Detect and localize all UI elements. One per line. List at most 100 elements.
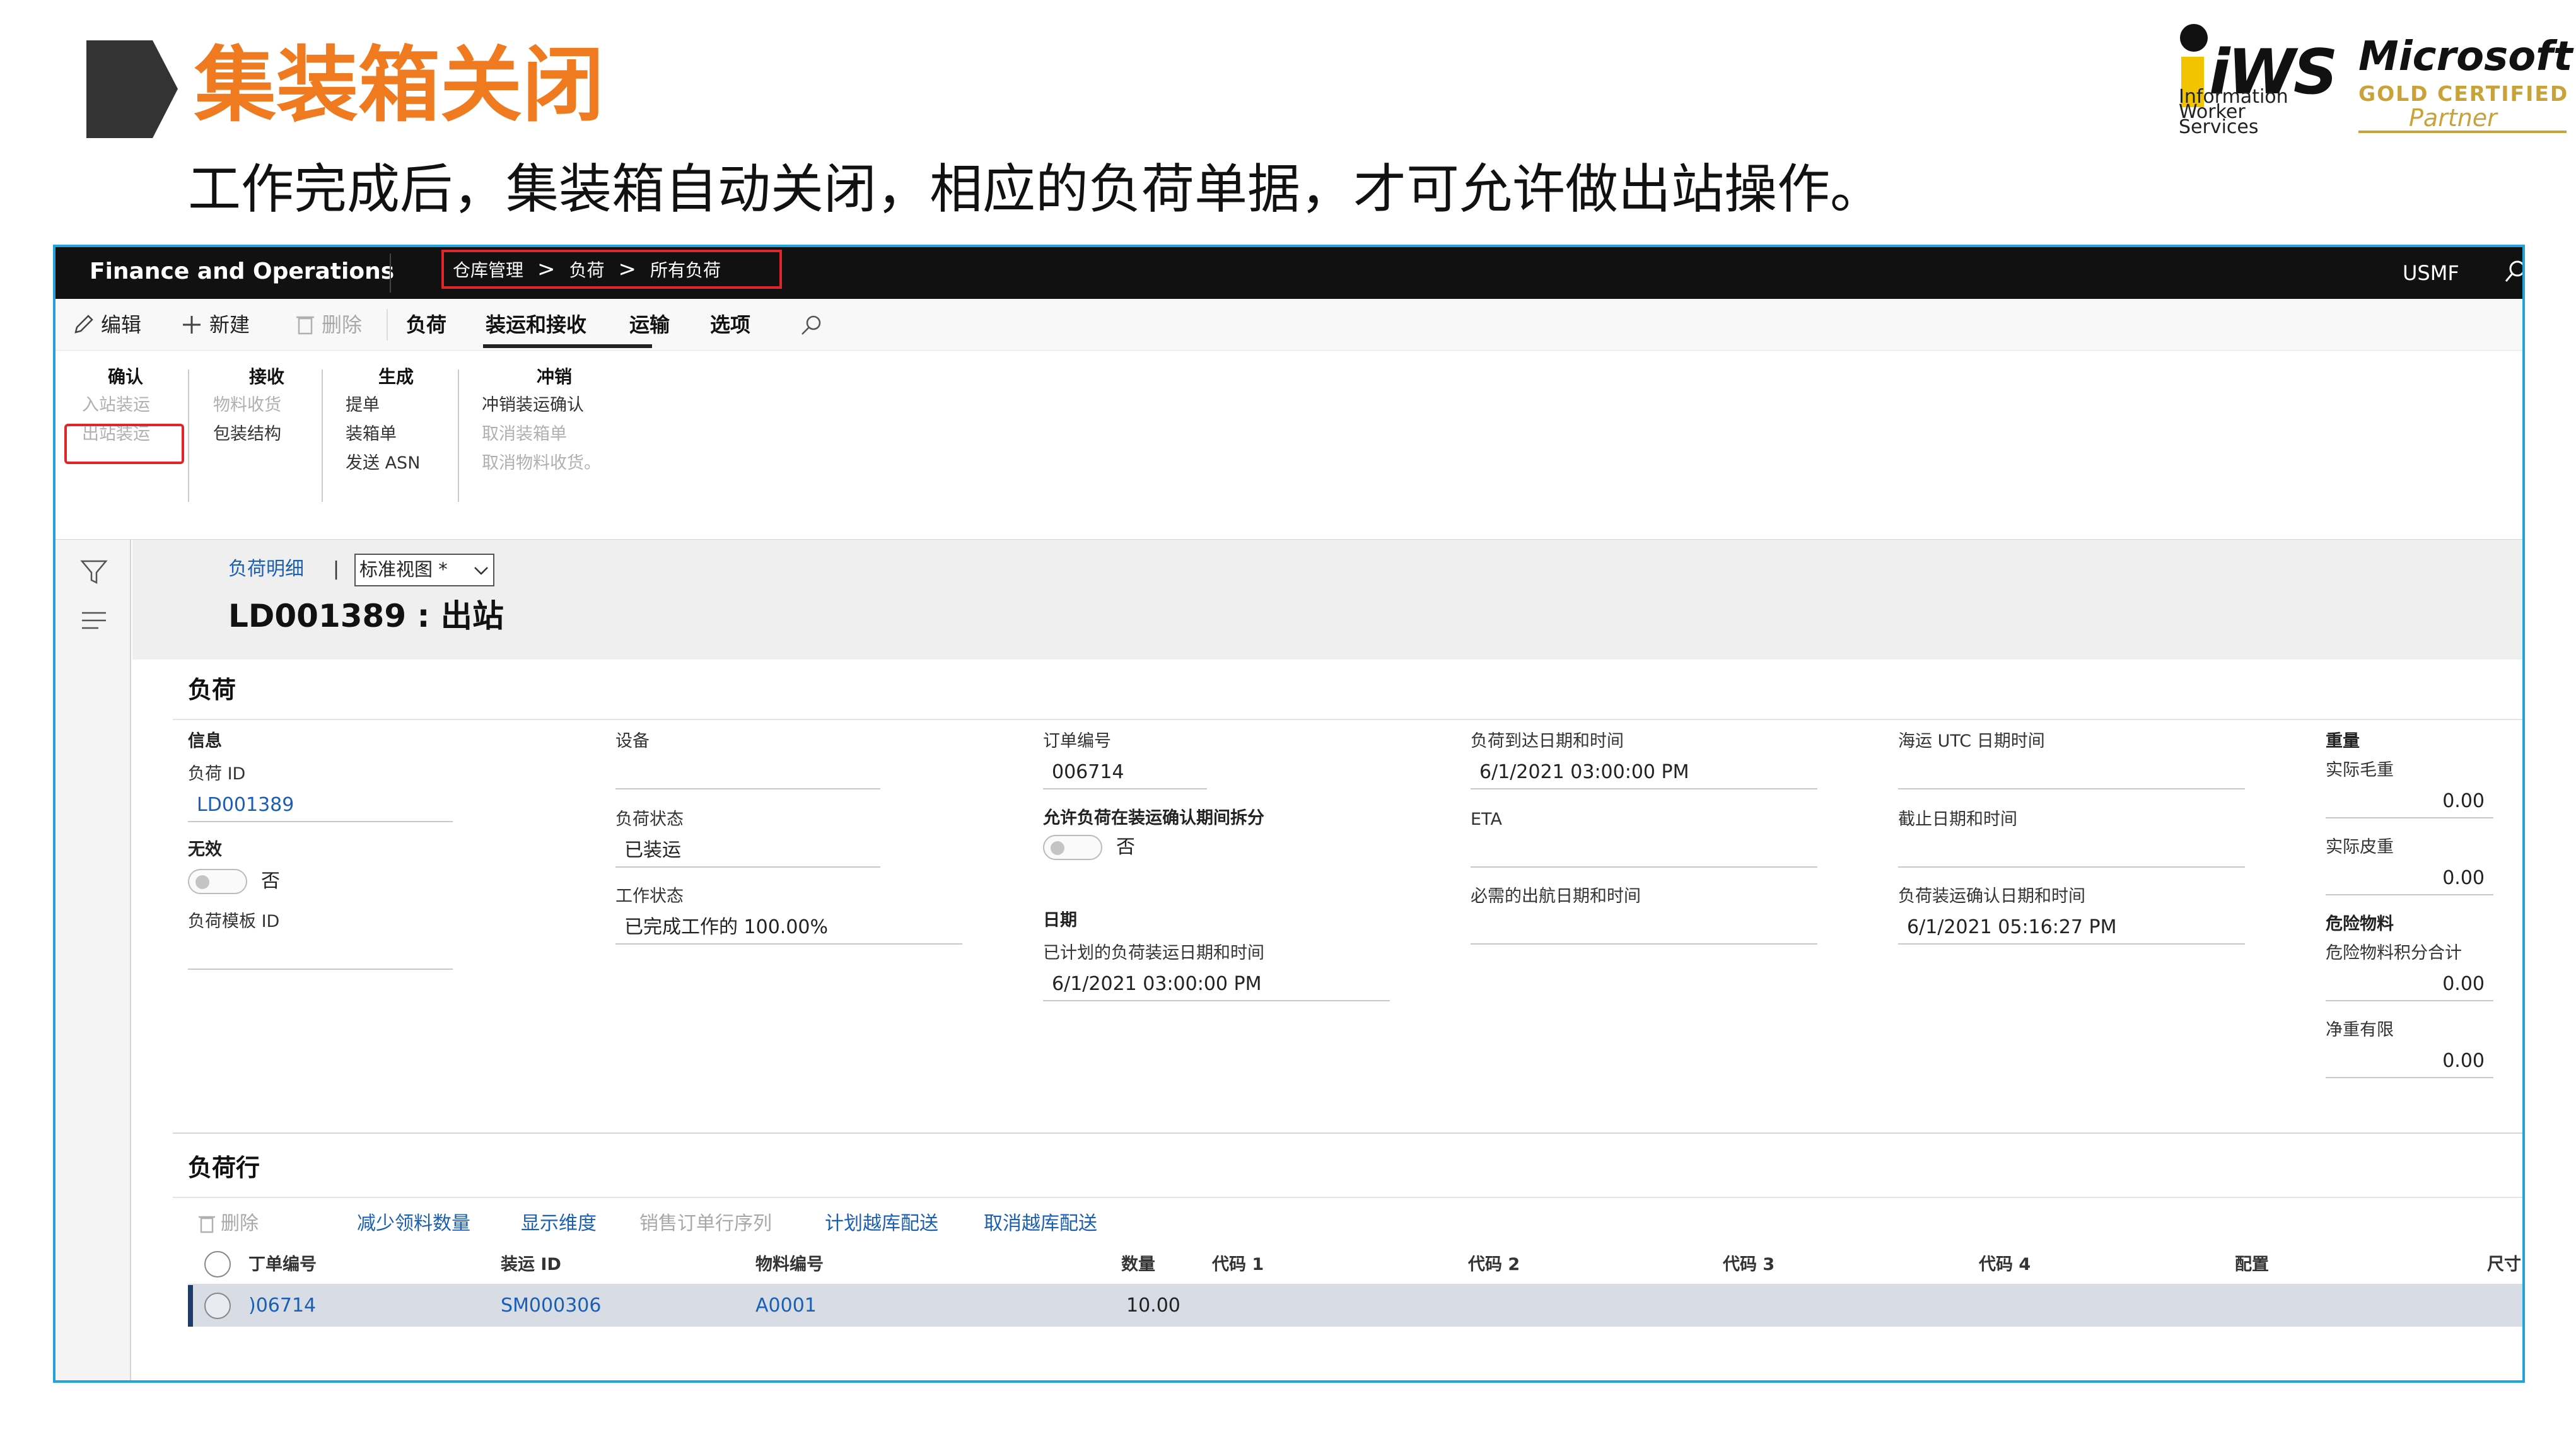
load-details-link[interactable]: 负荷明细 — [228, 554, 304, 585]
filter-icon[interactable] — [79, 557, 108, 586]
sea-utc-field[interactable] — [1898, 757, 2245, 789]
work-status-field[interactable]: 已完成工作的 100.00% — [615, 912, 962, 945]
fasttab-title[interactable]: 负荷行 — [188, 1149, 260, 1187]
hazmat-group-heading: 危险物料 — [2326, 914, 2394, 934]
display-dimensions-button[interactable]: 显示维度 — [521, 1208, 597, 1240]
select-all-radio[interactable] — [204, 1251, 231, 1277]
invalid-toggle-value: 否 — [261, 870, 280, 892]
chevron-right-icon: > — [618, 257, 637, 282]
line-delete-button[interactable]: 删除 — [198, 1208, 259, 1240]
column-shipment-id[interactable]: 装运 ID — [501, 1251, 561, 1279]
active-tab-indicator — [483, 344, 652, 348]
order-number-field[interactable]: 006714 — [1043, 757, 1207, 789]
microsoft-logo-name: Microsoft — [2358, 33, 2573, 80]
page-header: 负荷明细 | 标准视图 * LD001389 : 出站 — [132, 540, 2522, 660]
cutoff-field[interactable] — [1898, 835, 2245, 868]
planned-ship-label: 已计划的负荷装运日期和时间 — [1043, 943, 1264, 963]
cancel-packing-slip-button[interactable]: 取消装箱单 — [482, 420, 627, 449]
cancel-cross-docking-button[interactable]: 取消越库配送 — [984, 1208, 1097, 1240]
packing-slip-button[interactable]: 装箱单 — [346, 420, 446, 449]
column-code-1[interactable]: 代码 1 — [1212, 1251, 1264, 1279]
column-code-2[interactable]: 代码 2 — [1468, 1251, 1520, 1279]
load-status-field[interactable]: 已装运 — [615, 835, 880, 868]
fasttab-title[interactable]: 负荷 — [188, 671, 236, 709]
search-icon[interactable] — [2502, 256, 2525, 288]
company-picker[interactable]: USMF — [2403, 257, 2459, 289]
packing-structure-button[interactable]: 包装结构 — [213, 420, 320, 449]
navbar-divider — [390, 253, 391, 293]
row-select-radio[interactable] — [204, 1293, 231, 1319]
tab-load[interactable]: 负荷 — [406, 310, 446, 339]
column-order-number[interactable]: 丁单编号 — [248, 1251, 317, 1279]
delete-button[interactable]: 删除 — [295, 310, 362, 339]
table-row[interactable]: )06714 SM000306 A0001 10.00 — [188, 1285, 2522, 1327]
column-configuration[interactable]: 配置 — [2235, 1251, 2269, 1279]
hazmat-points-label: 危险物料积分合计 — [2326, 943, 2462, 963]
column-quantity[interactable]: 数量 — [1121, 1251, 1155, 1279]
allow-split-toggle-value: 否 — [1116, 836, 1135, 858]
inbound-shipment-button[interactable]: 入站装运 — [78, 391, 173, 420]
new-button[interactable]: 新建 — [180, 310, 250, 339]
ship-confirm-field[interactable]: 6/1/2021 05:16:27 PM — [1898, 912, 2245, 945]
header-separator: | — [333, 558, 340, 580]
list-icon[interactable] — [79, 608, 108, 633]
load-template-field[interactable] — [188, 937, 453, 970]
date-group-heading: 日期 — [1043, 911, 1077, 930]
bill-of-lading-button[interactable]: 提单 — [346, 391, 446, 420]
filter-rail — [55, 540, 131, 1380]
send-asn-button[interactable]: 发送 ASN — [346, 449, 446, 478]
load-template-label: 负荷模板 ID — [188, 912, 280, 931]
arrival-field[interactable]: 6/1/2021 03:00:00 PM — [1471, 757, 1817, 789]
tab-options[interactable]: 选项 — [710, 310, 750, 339]
allow-split-toggle[interactable] — [1043, 835, 1102, 860]
iws-logo: iWS Information Worker Services — [2179, 19, 2338, 137]
breadcrumb-item-load[interactable]: 负荷 — [569, 257, 605, 282]
top-navbar: Finance and Operations 仓库管理 > 负荷 > 所有负荷 … — [55, 247, 2522, 299]
column-code-3[interactable]: 代码 3 — [1723, 1251, 1775, 1279]
tab-ship-and-receive[interactable]: 装运和接收 — [486, 310, 586, 339]
planned-ship-field[interactable]: 6/1/2021 03:00:00 PM — [1043, 969, 1390, 1001]
tare-weight-field[interactable]: 0.00 — [2326, 863, 2493, 895]
cell-order-number[interactable]: )06714 — [248, 1291, 316, 1320]
delete-label: 删除 — [322, 313, 363, 337]
breadcrumb-item-all-loads[interactable]: 所有负荷 — [650, 257, 721, 282]
net-limit-field[interactable]: 0.00 — [2326, 1045, 2493, 1078]
plan-cross-docking-button[interactable]: 计划越库配送 — [825, 1208, 938, 1240]
cell-shipment-id[interactable]: SM000306 — [501, 1291, 601, 1320]
load-id-field[interactable]: LD001389 — [188, 789, 453, 822]
reduce-picked-qty-button[interactable]: 减少领料数量 — [357, 1208, 470, 1240]
edit-button[interactable]: 编辑 — [72, 310, 141, 339]
column-item-number[interactable]: 物料编号 — [755, 1251, 824, 1279]
invalid-toggle[interactable] — [188, 869, 247, 894]
required-sail-label: 必需的出航日期和时间 — [1471, 887, 1641, 906]
chevron-down-icon — [474, 567, 488, 575]
equipment-field[interactable] — [615, 757, 880, 789]
weight-group-heading: 重量 — [2326, 731, 2360, 751]
gross-weight-field[interactable]: 0.00 — [2326, 786, 2493, 818]
fasttab-divider — [173, 719, 2522, 720]
cell-item-number[interactable]: A0001 — [755, 1291, 817, 1320]
edit-label: 编辑 — [101, 313, 142, 337]
search-icon[interactable] — [798, 313, 824, 338]
reverse-ship-confirm-button[interactable]: 冲销装运确认 — [482, 391, 627, 420]
slide-title: 集装箱关闭 — [194, 37, 605, 133]
ribbon-group-title: 冲销 — [536, 366, 572, 387]
eta-label: ETA — [1471, 810, 1502, 829]
sales-line-sequence-button[interactable]: 销售订单行序列 — [639, 1208, 772, 1240]
ribbon: 确认 入站装运 出站装运 接收 物料收货 包装结构 生成 提单 装箱单 发送 A… — [55, 351, 2522, 540]
load-fasttab: 负荷 信息 负荷 ID LD001389 无效 否 负荷模板 ID 设备 负荷状… — [173, 660, 2522, 1134]
column-code-4[interactable]: 代码 4 — [1979, 1251, 2031, 1279]
app-name[interactable]: Finance and Operations — [90, 256, 394, 288]
slide-subtitle: 工作完成后，集装箱自动关闭，相应的负荷单据，才可允许做出站操作。 — [188, 158, 1884, 220]
eta-field[interactable] — [1471, 835, 1817, 868]
item-receipt-button[interactable]: 物料收货 — [213, 391, 320, 420]
cancel-item-receipt-button[interactable]: 取消物料收货。 — [482, 449, 627, 478]
tab-transport[interactable]: 运输 — [629, 310, 670, 339]
view-selector[interactable]: 标准视图 * — [354, 554, 494, 586]
breadcrumb-item-warehouse[interactable]: 仓库管理 — [453, 257, 523, 282]
column-size[interactable]: 尺寸 — [2487, 1251, 2521, 1279]
ribbon-divider — [188, 370, 189, 502]
net-limit-label: 净重有限 — [2326, 1020, 2394, 1040]
required-sail-field[interactable] — [1471, 912, 1817, 945]
hazmat-points-field[interactable]: 0.00 — [2326, 969, 2493, 1001]
